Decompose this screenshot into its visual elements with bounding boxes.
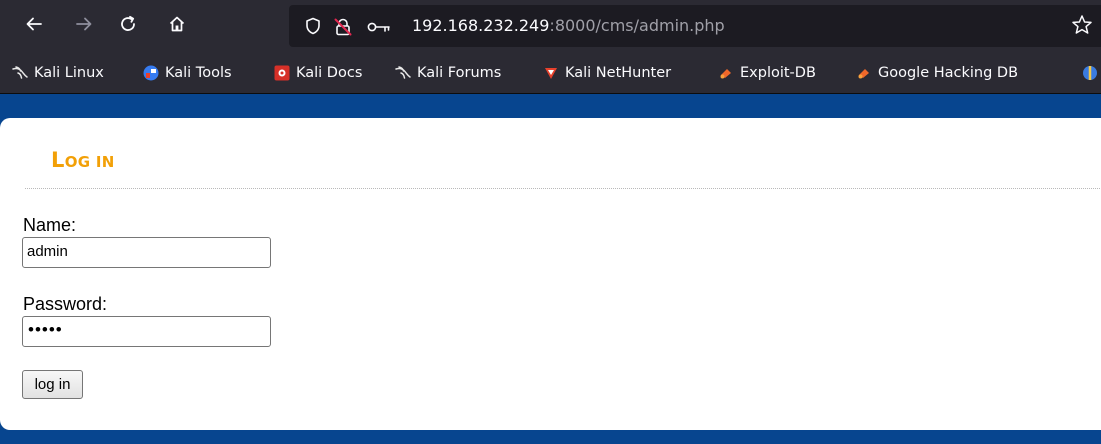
key-icon bbox=[367, 22, 390, 32]
reload-button[interactable] bbox=[114, 10, 142, 38]
forward-button[interactable] bbox=[70, 10, 98, 38]
name-field[interactable]: admin bbox=[22, 237, 271, 268]
bookmark-label: Kali Docs bbox=[296, 65, 363, 81]
url-text: 192.168.232.249:8000/cms/admin.php bbox=[412, 16, 725, 35]
insecure-lock-icon bbox=[334, 18, 352, 36]
login-panel: LOG IN Name: admin Password: ••••• log i… bbox=[0, 118, 1101, 430]
arrow-right-icon bbox=[76, 17, 92, 31]
arrow-left-icon bbox=[26, 17, 42, 31]
password-field[interactable]: ••••• bbox=[22, 316, 271, 347]
title-divider bbox=[25, 188, 1101, 189]
url-path: :8000/cms/admin.php bbox=[549, 16, 725, 35]
page-title: LOG IN bbox=[51, 148, 115, 172]
kali-dragon-icon bbox=[12, 66, 28, 79]
address-bar[interactable]: 192.168.232.249:8000/cms/admin.php bbox=[289, 5, 1101, 47]
url-host: 192.168.232.249 bbox=[412, 16, 550, 35]
home-icon bbox=[169, 16, 185, 32]
bookmark-kali-docs[interactable]: Kali Docs bbox=[274, 63, 362, 83]
reload-icon bbox=[121, 15, 135, 31]
exploit-db-icon bbox=[858, 69, 869, 79]
browser-toolbar: 192.168.232.249:8000/cms/admin.php bbox=[0, 0, 1101, 52]
back-button[interactable] bbox=[20, 10, 48, 38]
kali-tools-icon bbox=[143, 65, 159, 81]
title-rest: OG IN bbox=[64, 153, 115, 171]
exploit-db-icon bbox=[720, 69, 731, 79]
bookmark-label: Kali Forums bbox=[417, 65, 502, 81]
bookmark-offsec[interactable] bbox=[1082, 63, 1101, 83]
bookmark-label: Kali NetHunter bbox=[565, 65, 672, 81]
bookmark-exploit-db[interactable]: Exploit-DB bbox=[718, 63, 816, 83]
bookmark-kali-forums[interactable]: Kali Forums bbox=[395, 63, 501, 83]
title-initial: L bbox=[51, 148, 65, 172]
home-button[interactable] bbox=[163, 10, 191, 38]
name-label: Name: bbox=[23, 215, 77, 235]
kali-docs-icon bbox=[274, 65, 290, 81]
bookmark-kali-linux[interactable]: Kali Linux bbox=[12, 63, 104, 83]
password-label: Password: bbox=[23, 294, 108, 314]
bookmark-star-icon[interactable] bbox=[1071, 14, 1093, 36]
bookmarks-bar: Kali Linux Kali Tools Kali Docs Kali For… bbox=[0, 52, 1101, 94]
offsec-icon bbox=[1083, 66, 1097, 80]
bookmark-label: Exploit-DB bbox=[740, 65, 816, 81]
login-button[interactable]: log in bbox=[22, 370, 83, 399]
bookmark-label: Kali Tools bbox=[165, 65, 232, 81]
nethunter-icon bbox=[545, 68, 557, 79]
bookmark-kali-nethunter[interactable]: Kali NetHunter bbox=[543, 63, 671, 83]
bookmark-google-hacking-db[interactable]: Google Hacking DB bbox=[856, 63, 1018, 83]
bookmark-label: Google Hacking DB bbox=[878, 65, 1019, 81]
tracking-shield-icon bbox=[306, 17, 320, 35]
bookmark-label: Kali Linux bbox=[34, 65, 104, 81]
kali-dragon-icon bbox=[395, 66, 411, 79]
bookmark-kali-tools[interactable]: Kali Tools bbox=[143, 63, 232, 83]
